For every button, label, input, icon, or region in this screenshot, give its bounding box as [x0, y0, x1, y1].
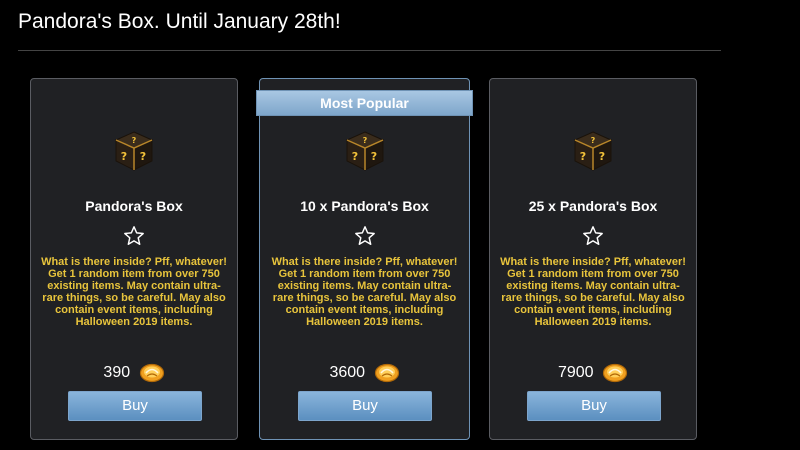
- product-card-pandoras-box: Pandora's Box What is there inside? Pff,…: [30, 78, 238, 440]
- price-value: 390: [103, 364, 131, 381]
- buy-button[interactable]: Buy: [68, 391, 202, 421]
- product-card-10x-pandoras-box: 10 x Pandora's Box What is there inside?…: [259, 78, 470, 440]
- product-price: 7900: [490, 362, 696, 384]
- product-name: Pandora's Box: [85, 198, 183, 214]
- mystery-box-icon: [571, 129, 615, 173]
- product-card-25x-pandoras-box: 25 x Pandora's Box What is there inside?…: [489, 78, 697, 440]
- favorite-star-icon[interactable]: [582, 225, 604, 247]
- price-value: 7900: [557, 364, 594, 381]
- product-price: 390: [31, 362, 237, 384]
- coin-icon: [139, 363, 165, 383]
- buy-button[interactable]: Buy: [527, 391, 661, 421]
- coin-icon: [602, 363, 628, 383]
- coin-icon: [374, 363, 400, 383]
- product-description: What is there inside? Pff, whatever! Get…: [41, 256, 227, 328]
- page-title: Pandora's Box. Until January 28th!: [18, 10, 341, 33]
- product-description: What is there inside? Pff, whatever! Get…: [271, 256, 458, 328]
- product-name: 25 x Pandora's Box: [528, 198, 658, 214]
- most-popular-badge: Most Popular: [256, 90, 473, 116]
- mystery-box-icon: [112, 129, 156, 173]
- shop-page: Pandora's Box. Until January 28th! Pando…: [0, 0, 800, 450]
- mystery-box-icon: [343, 129, 387, 173]
- product-description: What is there inside? Pff, whatever! Get…: [500, 256, 686, 328]
- price-value: 3600: [329, 364, 366, 381]
- favorite-star-icon[interactable]: [354, 225, 376, 247]
- product-name: 10 x Pandora's Box: [300, 198, 429, 214]
- favorite-star-icon[interactable]: [123, 225, 145, 247]
- title-divider: [18, 50, 721, 51]
- buy-button[interactable]: Buy: [298, 391, 432, 421]
- product-price: 3600: [260, 362, 469, 384]
